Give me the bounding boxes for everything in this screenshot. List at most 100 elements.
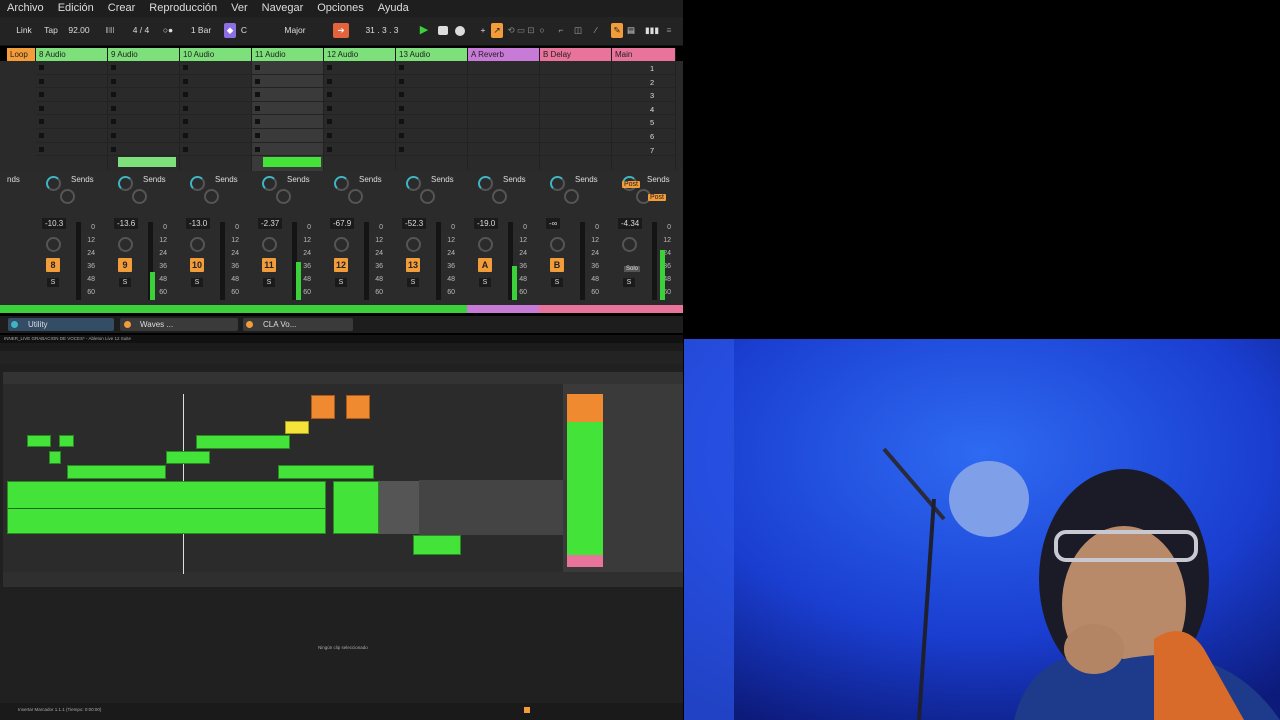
send-b-knob[interactable]	[348, 189, 363, 204]
clip-slot[interactable]	[468, 115, 539, 129]
clip-stop-button-icon[interactable]	[327, 119, 332, 125]
clip-stop-button-icon[interactable]	[183, 146, 188, 152]
clip-slot[interactable]	[540, 75, 611, 89]
volume-readout[interactable]: -52.3	[402, 218, 427, 229]
send-b-knob[interactable]	[276, 189, 291, 204]
device-on-icon[interactable]	[11, 321, 18, 328]
clip-stop-button-icon[interactable]	[39, 65, 44, 70]
clip-slot[interactable]	[468, 75, 539, 89]
track-header[interactable]: 8 Audio	[36, 48, 108, 61]
clip-stop-button-icon[interactable]	[111, 105, 116, 111]
solo-button[interactable]: S	[119, 278, 131, 287]
clip-stop-button-icon[interactable]	[183, 133, 188, 138]
add-icon[interactable]: +	[478, 23, 488, 38]
volume-readout[interactable]: -67.9	[330, 218, 355, 229]
clip-slot[interactable]	[396, 75, 467, 89]
volume-readout[interactable]: -∞	[546, 218, 561, 229]
clip-slot[interactable]	[468, 143, 539, 157]
post-button[interactable]: Post	[648, 194, 667, 201]
clip-stop-button-icon[interactable]	[255, 92, 260, 98]
clip-slot[interactable]	[324, 102, 395, 116]
nested-clip[interactable]	[67, 465, 166, 479]
send-b-knob[interactable]	[492, 189, 507, 204]
clip-stop-button-icon[interactable]	[39, 78, 44, 84]
clip-slot[interactable]	[36, 129, 107, 143]
clip-slot[interactable]	[396, 61, 467, 75]
clip-stop-button-icon[interactable]	[399, 78, 404, 84]
clip-stop-button-icon[interactable]	[111, 78, 116, 84]
clip-stop-button-icon[interactable]	[39, 105, 44, 111]
position-field[interactable]: 31 . 3 . 3	[354, 23, 410, 38]
track-activator-button[interactable]: 8	[46, 258, 60, 272]
clip-slot[interactable]	[180, 115, 251, 129]
nested-clip[interactable]	[166, 451, 210, 464]
nested-audio-clip[interactable]	[7, 481, 326, 534]
pan-knob[interactable]	[406, 237, 421, 252]
clip-slot[interactable]	[324, 88, 395, 102]
track-header[interactable]: 10 Audio	[180, 48, 252, 61]
tap-button[interactable]: Tap	[42, 23, 60, 38]
scale-mode-icon[interactable]: ◆	[224, 23, 236, 38]
clip-slot[interactable]	[36, 61, 107, 75]
nested-clip[interactable]	[413, 535, 461, 555]
clip-slot[interactable]	[36, 102, 107, 116]
clip-stop-button-icon[interactable]	[399, 65, 404, 70]
clip-stop-button-icon[interactable]	[39, 92, 44, 98]
clip-slot[interactable]	[540, 129, 611, 143]
nested-audio-clip[interactable]	[333, 481, 379, 534]
send-a-knob[interactable]	[334, 176, 349, 191]
track-activator-button[interactable]: 12	[334, 258, 348, 272]
send-a-knob[interactable]	[190, 176, 205, 191]
clip-stop-button-icon[interactable]	[255, 105, 260, 111]
nested-clip[interactable]	[278, 465, 374, 479]
clip-stop-button-icon[interactable]	[399, 92, 404, 98]
device-cla-vocals[interactable]: CLA Vo...	[243, 318, 353, 331]
track-header[interactable]: Main	[612, 48, 676, 61]
clip-stop-button-icon[interactable]	[255, 133, 260, 138]
arrangement-record-icon[interactable]: ➔	[333, 23, 349, 38]
clip-slot[interactable]	[180, 61, 251, 75]
volume-readout[interactable]: -19.0	[474, 218, 499, 229]
nested-clip[interactable]	[196, 435, 290, 449]
clip-slot[interactable]	[108, 75, 179, 89]
send-b-knob[interactable]	[60, 189, 75, 204]
metronome-icon[interactable]: ǁǁǀ	[97, 23, 123, 38]
scene-number[interactable]: 7	[650, 146, 1268, 155]
nested-clip[interactable]	[285, 421, 309, 434]
clip-slot[interactable]	[468, 129, 539, 143]
quantize-select[interactable]: 1 Bar	[184, 23, 218, 38]
pan-knob[interactable]	[118, 237, 133, 252]
menu-lines-icon[interactable]: ≡	[663, 23, 675, 38]
clip-slot[interactable]	[468, 61, 539, 75]
send-b-knob[interactable]	[564, 189, 579, 204]
clip-slot[interactable]	[396, 129, 467, 143]
clip-slot[interactable]	[396, 88, 467, 102]
solo-button[interactable]: S	[551, 278, 563, 287]
scene-number[interactable]: 5	[650, 118, 1268, 127]
clip-slot[interactable]	[36, 115, 107, 129]
clip-slot[interactable]	[180, 143, 251, 157]
send-a-knob[interactable]	[118, 176, 133, 191]
clip-slot[interactable]	[324, 61, 395, 75]
clip-stop-button-icon[interactable]	[327, 65, 332, 70]
clip-stop-button-icon[interactable]	[111, 146, 116, 152]
clip-stop-button-icon[interactable]	[183, 78, 188, 84]
send-a-knob[interactable]	[46, 176, 61, 191]
nested-audio-clip-inactive[interactable]	[379, 481, 419, 534]
clip-slot[interactable]	[540, 88, 611, 102]
overdub-icon[interactable]: ◫	[573, 23, 583, 38]
clip-stop-button-icon[interactable]	[111, 92, 116, 98]
clip-stop-button-icon[interactable]	[39, 119, 44, 125]
send-a-knob[interactable]	[406, 176, 421, 191]
stop-icon[interactable]	[438, 26, 448, 35]
scale-select[interactable]: Major	[270, 23, 320, 38]
scene-number[interactable]: 2	[650, 78, 1268, 87]
clip-slot[interactable]	[324, 115, 395, 129]
menu-navegar[interactable]: Navegar	[255, 0, 311, 17]
nested-clip[interactable]	[27, 435, 51, 447]
volume-readout[interactable]: -10.3	[42, 218, 67, 229]
send-b-knob[interactable]	[132, 189, 147, 204]
send-a-knob[interactable]	[550, 176, 565, 191]
clip-slot[interactable]	[252, 102, 323, 116]
clip-slot[interactable]	[324, 75, 395, 89]
